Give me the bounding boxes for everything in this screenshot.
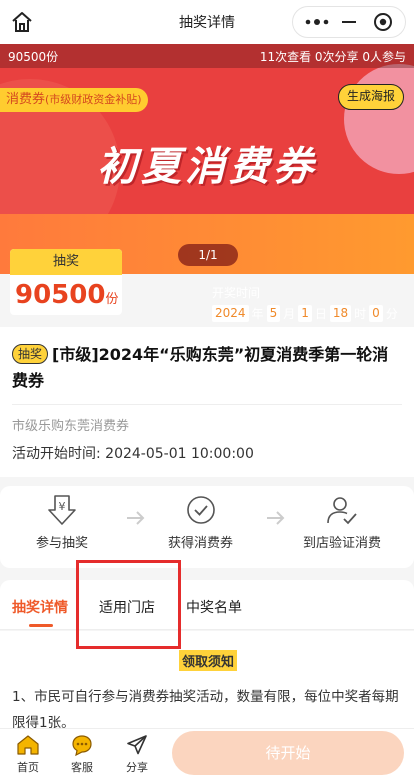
price-card: 抽奖 90500份	[10, 249, 122, 315]
svg-text:¥: ¥	[59, 500, 66, 513]
stats-price: 90500份	[8, 50, 59, 64]
notice-title: 领取须知	[179, 650, 238, 671]
bottom-home[interactable]: 首页	[8, 733, 48, 775]
countdown-unit: 日	[314, 307, 327, 321]
minimize-icon[interactable]	[339, 14, 359, 30]
arrow-right-icon	[267, 511, 285, 525]
share-icon	[127, 735, 147, 755]
bottom-share-label: 分享	[126, 761, 148, 774]
stats-views-shares: 11次查看 0次分享 0人参与	[259, 50, 406, 64]
voucher-tag-sub: (市级财政资金补贴)	[45, 93, 142, 106]
countdown-year: 2024	[212, 305, 249, 322]
activity-info: 抽奖 [市级]2024年“乐购东莞”初夏消费季第一轮消费券 市级乐购东莞消费券 活…	[0, 327, 414, 477]
hero-title: 初夏消费券	[97, 144, 317, 190]
user-check-icon	[327, 497, 357, 525]
stats-bar: 90500份 11次查看 0次分享 0人参与	[0, 44, 414, 68]
countdown-minute: 0	[369, 305, 383, 322]
draw-countdown: 开奖时间 2024 年 5月 1日 18 时 0分	[212, 284, 398, 322]
home-icon	[17, 735, 39, 755]
mini-program-capsule	[292, 6, 406, 38]
bottom-service[interactable]: 客服	[62, 733, 102, 775]
countdown-row: 2024 年 5月 1日 18 时 0分	[212, 305, 398, 322]
highlight-annotation-box	[76, 560, 181, 649]
step-verify-in-store: 到店验证消费	[303, 494, 381, 551]
bottom-bar: 首页 客服 分享 待开始	[0, 728, 414, 780]
detail-tabs: 抽奖详情 适用门店 中奖名单	[0, 580, 414, 630]
navbar: 抽奖详情	[0, 0, 414, 44]
countdown-day: 1	[298, 305, 312, 322]
step-participate: ¥ 参与抽奖	[36, 494, 88, 551]
active-tab-indicator	[29, 624, 53, 627]
price-card-label: 抽奖	[10, 249, 122, 275]
lottery-tag: 抽奖	[12, 344, 49, 364]
amount-unit: 份	[105, 292, 119, 307]
countdown-unit: 年	[251, 307, 264, 321]
activity-start-time: 活动开始时间: 2024-05-01 10:00:00	[12, 446, 254, 462]
bottom-home-label: 首页	[17, 761, 39, 774]
page: 抽奖详情 90500份 11次查看 0次分享 0人参与 消费券(市级财政资金补贴…	[0, 0, 414, 780]
step-label: 参与抽奖	[36, 536, 89, 551]
activity-title-text: [市级]2024年“乐购东莞”初夏消费季第一轮消费券	[12, 345, 389, 390]
chat-icon	[72, 735, 92, 757]
step-label: 到店验证消费	[303, 536, 382, 551]
tab-content: 领取须知 1、市民可自行参与消费券抽奖活动，数量有限，每位中奖者每期限得1张。	[0, 631, 414, 731]
voucher-tag: 消费券(市级财政资金补贴)	[0, 88, 148, 112]
activity-title: 抽奖 [市级]2024年“乐购东莞”初夏消费季第一轮消费券	[12, 342, 402, 394]
check-circle-icon	[186, 496, 215, 524]
countdown-title: 开奖时间	[212, 286, 261, 300]
countdown-unit: 月	[283, 307, 296, 321]
arrow-right-icon	[127, 511, 145, 525]
banner: 90500份 11次查看 0次分享 0人参与 消费券(市级财政资金补贴) 生成海…	[0, 44, 414, 274]
countdown-unit: 时	[354, 307, 367, 321]
bottom-service-label: 客服	[71, 761, 93, 774]
notice-text: 1、市民可自行参与消费券抽奖活动，数量有限，每位中奖者每期限得1张。	[12, 689, 399, 731]
process-steps: ¥ 参与抽奖 获得消费券 到店验证消费	[0, 486, 414, 568]
close-target-icon[interactable]	[373, 12, 393, 32]
carousel-pager: 1/1	[178, 244, 238, 266]
start-button[interactable]: 待开始	[172, 731, 404, 775]
tab-lottery-details[interactable]: 抽奖详情	[12, 597, 68, 617]
bottom-share[interactable]: 分享	[117, 733, 157, 775]
countdown-unit: 分	[385, 307, 398, 321]
divider	[12, 404, 402, 405]
step-get-voucher: 获得消费券	[168, 494, 233, 551]
yen-download-icon: ¥	[48, 495, 76, 525]
step-label: 获得消费券	[168, 536, 234, 551]
amount-value: 90500	[15, 280, 106, 310]
activity-organizer: 市级乐购东莞消费券	[12, 419, 130, 434]
more-icon[interactable]	[303, 14, 331, 30]
tab-winners-list[interactable]: 中奖名单	[186, 597, 242, 617]
voucher-tag-label: 消费券	[6, 92, 46, 107]
countdown-hour: 18	[329, 305, 352, 322]
countdown-month: 5	[266, 305, 281, 322]
price-card-amount: 90500份	[10, 275, 122, 315]
generate-poster-button[interactable]: 生成海报	[337, 84, 404, 110]
